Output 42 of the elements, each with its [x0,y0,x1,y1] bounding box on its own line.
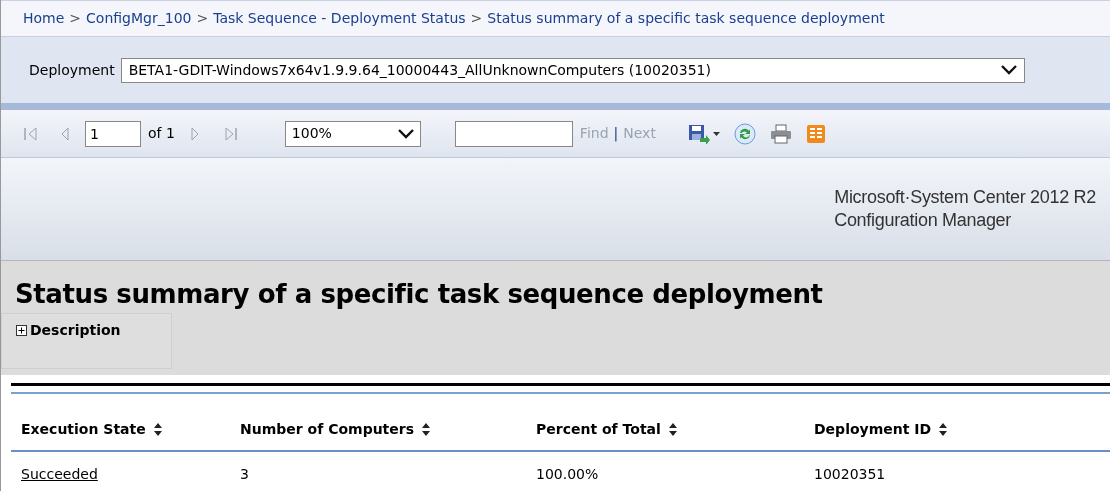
zoom-dropdown[interactable]: 100% [284,120,421,147]
breadcrumb-link[interactable]: Task Sequence - Deployment Status [213,8,466,29]
caret-icon [712,131,720,136]
report-title: Status summary of a specific task sequence deployment [15,278,824,311]
triangle-left-icon [23,125,39,142]
column-header: Percent of Total [536,419,661,439]
breadcrumb-link[interactable]: Home [23,8,65,29]
chevron-down-icon [397,128,414,139]
data-feed-button[interactable] [805,123,826,144]
deployment-dropdown[interactable]: BETA1-GDIT-Windows7x64v1.9.9.64_10000443_AllUnknownComputers (10020351) [120,57,1025,83]
table-cell: 10020351 [814,465,886,482]
feed-document-icon [805,123,826,144]
table-cell: 100.00% [536,465,599,482]
breadcrumb-link[interactable]: ConfigMgr_100 [86,8,192,29]
sort-icon[interactable] [153,422,162,436]
save-disk-icon [687,123,710,144]
page-number-field[interactable]: 1 [85,120,141,147]
parameter-label: Deployment [29,60,115,80]
column-header: Deployment ID [814,419,932,439]
column-header: Execution State [21,419,146,439]
breadcrumb-link[interactable]: Status summary of a specific task sequence deployment [487,8,885,29]
sort-icon[interactable] [422,422,431,436]
link-separator: | [613,124,619,144]
export-button[interactable] [687,123,720,144]
refresh-button[interactable] [733,122,756,145]
breadcrumb-separator: > [69,9,82,28]
column-header: Number of Computers [240,419,415,439]
breadcrumb-separator: > [196,9,209,28]
triangle-right-icon [222,125,239,142]
printer-icon [769,123,792,144]
table-cell: 3 [240,465,249,482]
print-button[interactable] [769,123,792,144]
sort-icon[interactable] [668,422,677,436]
product-name: Configuration Manager [834,209,1012,232]
status-link[interactable]: Succeeded [21,465,98,482]
find-field[interactable] [454,120,573,147]
product-name: Microsoft·System Center 2012 R2 [834,186,1096,209]
breadcrumb-separator: > [470,9,483,28]
refresh-icon [733,122,756,145]
sort-icon[interactable] [939,422,948,436]
page-count: of 1 [148,124,175,143]
chevron-down-icon [1000,65,1017,75]
